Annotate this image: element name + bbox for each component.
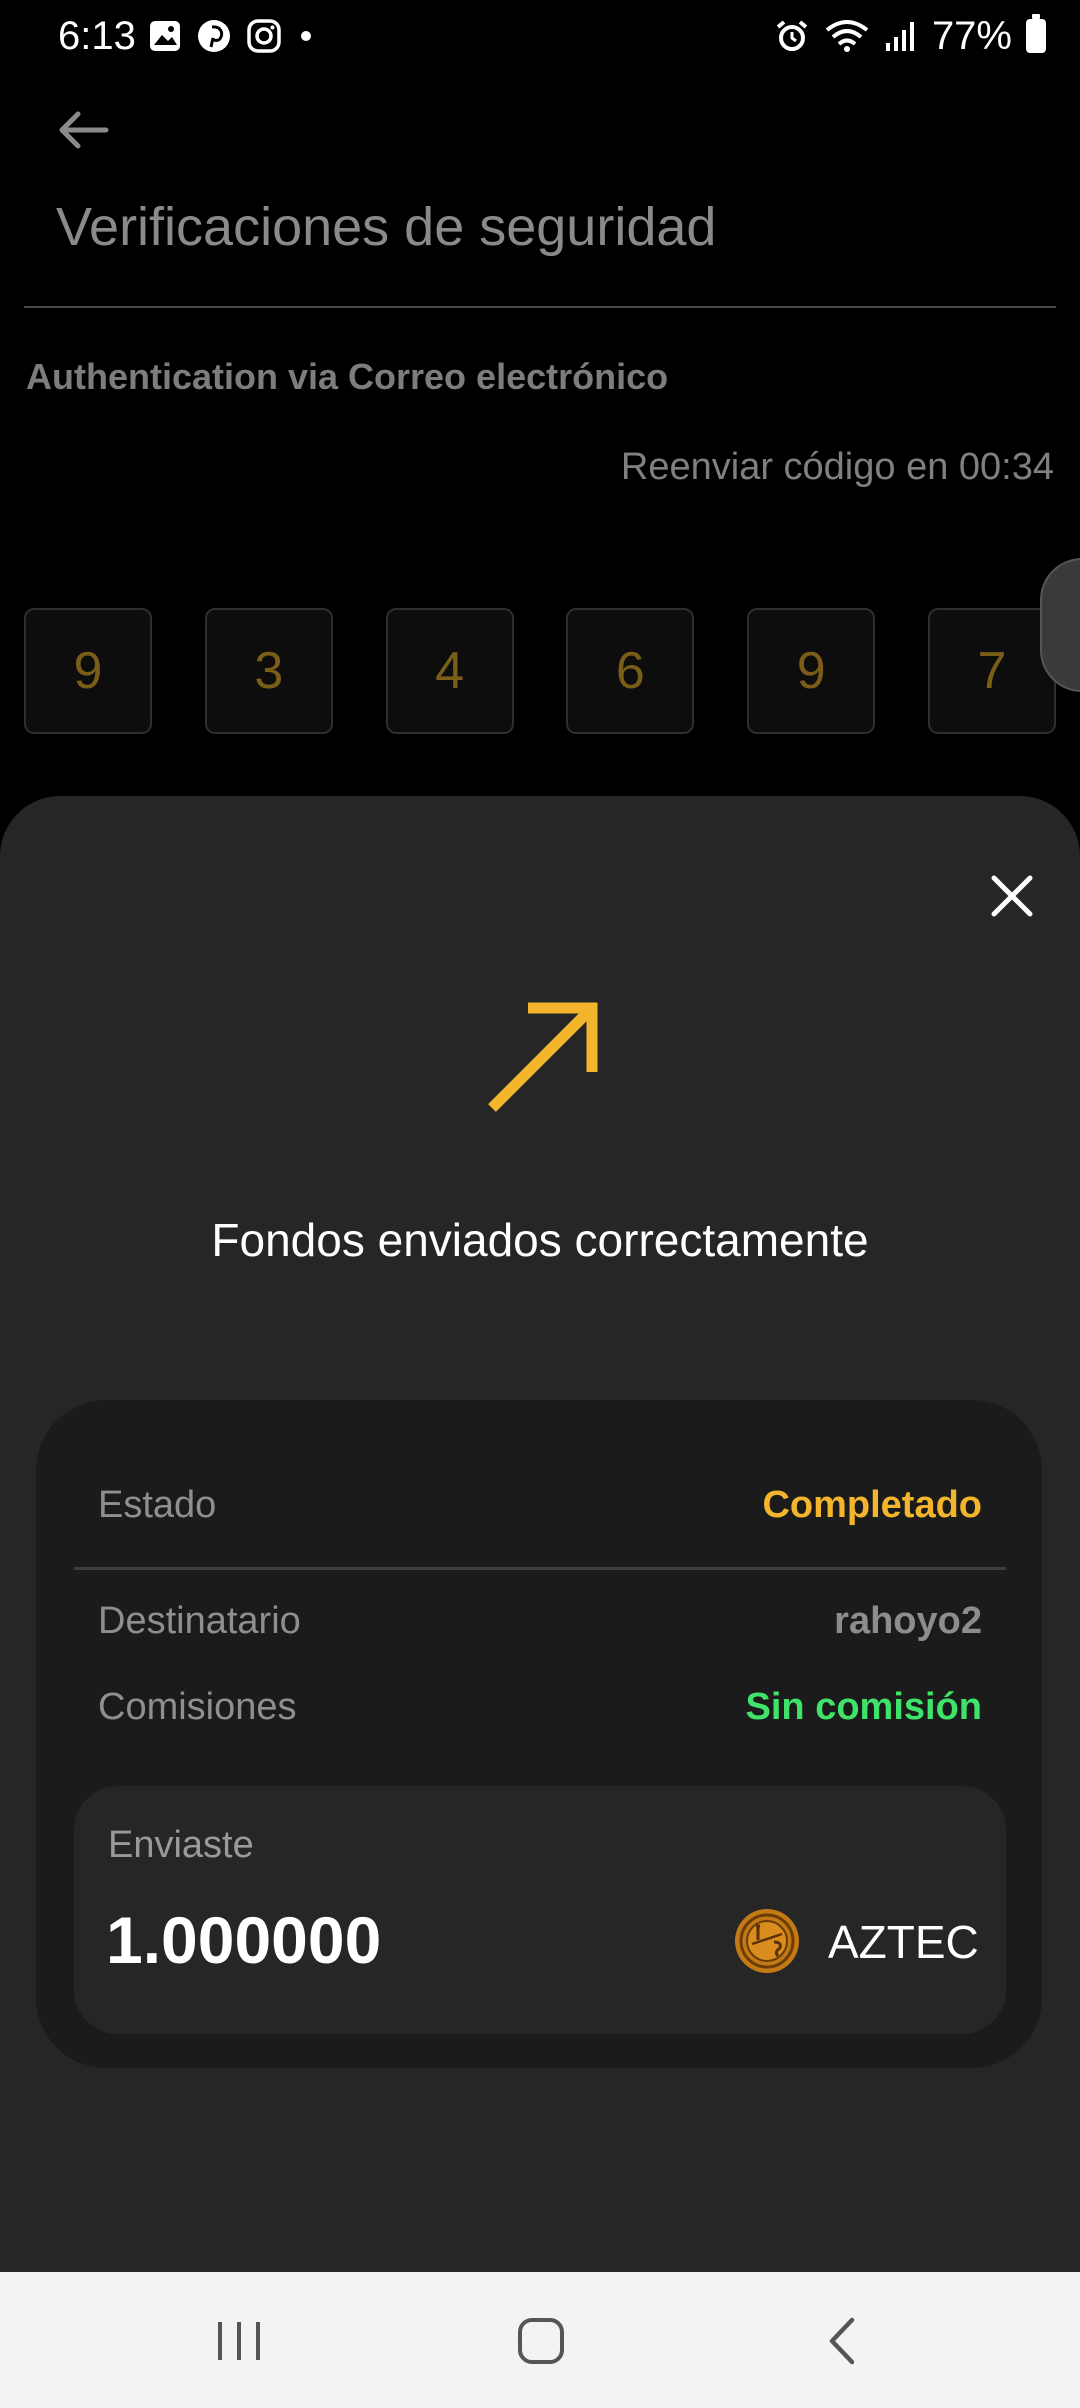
signal-icon bbox=[885, 22, 914, 51]
sent-label: Enviaste bbox=[108, 1824, 254, 1866]
code-digit-1[interactable]: 9 bbox=[24, 608, 152, 734]
status-left-icons bbox=[148, 18, 316, 54]
fees-value: Sin comisión bbox=[745, 1686, 982, 1728]
recipient-value: rahoyo2 bbox=[834, 1600, 982, 1642]
page-title: Verificaciones de seguridad bbox=[56, 197, 717, 257]
coin-name: AZTEC bbox=[828, 1916, 979, 1968]
state-label: Estado bbox=[98, 1484, 217, 1526]
state-value: Completado bbox=[762, 1484, 982, 1526]
dot-icon bbox=[301, 31, 311, 41]
recent-apps-icon[interactable] bbox=[204, 2306, 274, 2376]
code-digit-5[interactable]: 9 bbox=[747, 608, 876, 734]
code-digit-4[interactable]: 6 bbox=[566, 608, 695, 734]
code-digit-6[interactable]: 7 bbox=[927, 608, 1056, 734]
close-icon[interactable] bbox=[984, 868, 1040, 924]
code-digit-2[interactable]: 3 bbox=[204, 608, 333, 734]
sent-amount: 1.000000 bbox=[106, 1903, 382, 1977]
nav-back-icon[interactable] bbox=[808, 2306, 878, 2376]
code-digit-3[interactable]: 4 bbox=[385, 608, 514, 734]
back-arrow-icon[interactable] bbox=[54, 100, 114, 160]
aztec-coin-icon bbox=[735, 1909, 799, 1973]
instagram-icon bbox=[247, 19, 281, 53]
gallery-icon bbox=[150, 21, 180, 51]
resend-code-timer: Reenviar código en 00:34 bbox=[620, 446, 1054, 488]
wifi-icon bbox=[825, 20, 869, 52]
title-divider bbox=[24, 306, 1056, 308]
status-right: 77% bbox=[774, 12, 1046, 60]
battery-icon bbox=[1026, 14, 1046, 53]
alarm-icon bbox=[776, 20, 808, 51]
verification-code-inputs: 9 3 4 6 9 7 bbox=[24, 608, 1056, 734]
send-arrow-icon bbox=[488, 1002, 598, 1112]
auth-method-label: Authentication via Correo electrónico bbox=[26, 356, 669, 397]
status-time: 6:13 bbox=[58, 14, 136, 58]
edge-panel-handle[interactable] bbox=[1040, 558, 1080, 692]
home-icon[interactable] bbox=[506, 2306, 576, 2376]
fees-label: Comisiones bbox=[98, 1686, 297, 1728]
details-divider bbox=[74, 1567, 1006, 1570]
battery-percent: 77% bbox=[931, 14, 1012, 58]
pinterest-icon bbox=[198, 20, 230, 52]
recipient-label: Destinatario bbox=[98, 1600, 301, 1642]
success-title: Fondos enviados correctamente bbox=[211, 1214, 869, 1266]
